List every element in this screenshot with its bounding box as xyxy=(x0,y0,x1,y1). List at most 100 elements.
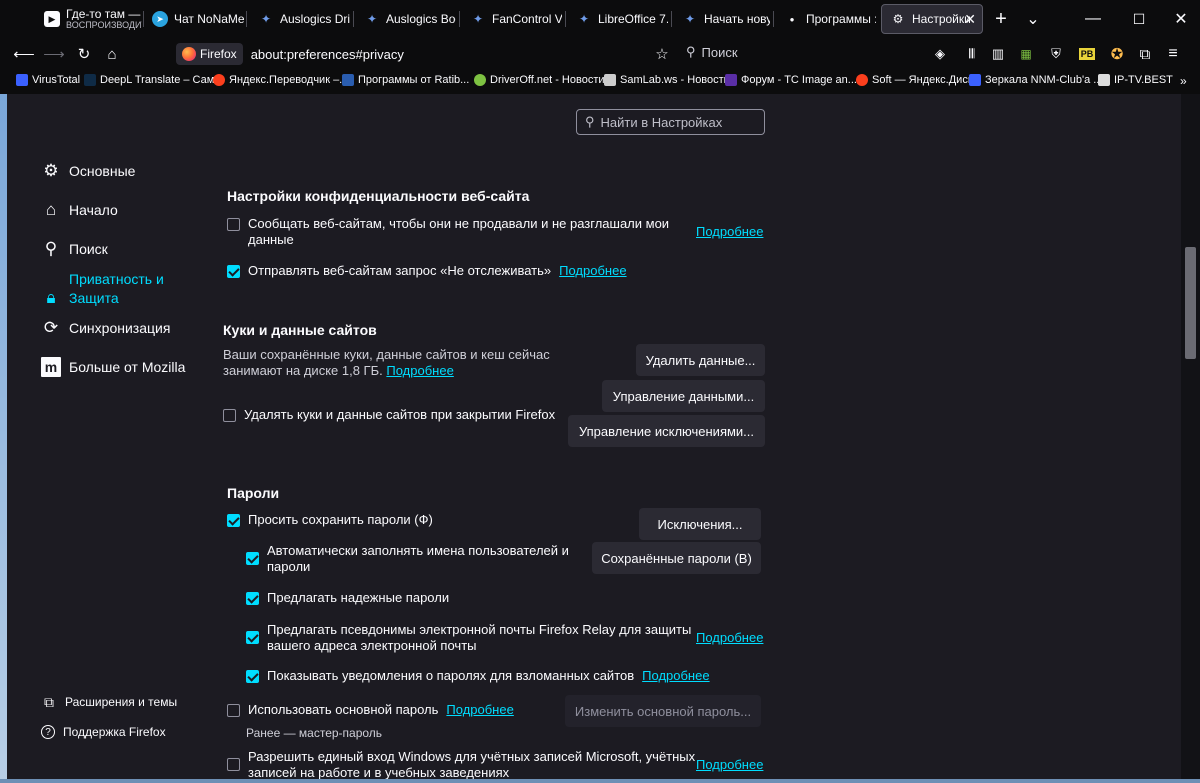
auslogics-icon: ✦ xyxy=(684,12,696,26)
back-button[interactable]: ⟵ xyxy=(11,41,37,67)
search-bar[interactable]: ⚲ Поиск xyxy=(686,44,738,60)
suggest-strong-row[interactable]: Предлагать надежные пароли xyxy=(246,590,449,606)
extension-icon[interactable]: ✪ xyxy=(1104,41,1130,67)
reload-button[interactable]: ↻ xyxy=(71,41,97,67)
close-tab-icon[interactable]: ✕ xyxy=(964,11,976,28)
library-icon[interactable]: 𝄃𝄃 xyxy=(959,41,985,67)
scrollbar-thumb[interactable] xyxy=(1185,247,1196,359)
clear-on-close-row[interactable]: Удалять куки и данные сайтов при закрыти… xyxy=(223,407,555,423)
auslogics-icon: ✦ xyxy=(472,12,484,26)
sidebar-item-general[interactable]: ⚙ Основные xyxy=(41,161,135,181)
dnt-checkbox[interactable] xyxy=(227,265,240,278)
close-window-button[interactable]: ✕ xyxy=(1158,0,1200,38)
no-sell-label: Сообщать веб-сайтам, чтобы они не продав… xyxy=(248,216,669,248)
page-scrollbar[interactable] xyxy=(1181,94,1200,783)
ask-save-row[interactable]: Просить сохранить пароли (Ф) xyxy=(227,512,433,528)
bookmark-star-icon[interactable]: ☆ xyxy=(649,41,675,67)
ask-save-checkbox[interactable] xyxy=(227,514,240,527)
primary-password-checkbox[interactable] xyxy=(227,704,240,717)
maximize-button[interactable]: ☐ xyxy=(1116,0,1162,38)
extension-grid-icon[interactable]: ▦ xyxy=(1013,41,1039,67)
tab-settings[interactable]: ⚙ Настройки ✕ xyxy=(881,4,983,34)
bookmark-item[interactable]: IP-TV.BEST xyxy=(1098,74,1173,86)
bookmark-item[interactable]: SamLab.ws - Новости xyxy=(604,74,730,86)
new-tab-button[interactable]: + xyxy=(986,0,1016,38)
tab-new-topic[interactable]: ✦ Начать новую т xyxy=(674,4,770,34)
windows-sso-row[interactable]: Разрешить единый вход Windows для учётны… xyxy=(227,749,695,781)
dnt-checkbox-row[interactable]: Отправлять веб-сайтам запрос «Не отслежи… xyxy=(227,263,627,279)
sidebar-item-privacy[interactable]: 🔒︎ Приватность и Защита xyxy=(41,270,163,308)
clear-on-close-label: Удалять куки и данные сайтов при закрыти… xyxy=(244,407,556,422)
tab-subtitle: ВОСПРОИЗВОДИТС xyxy=(66,20,142,30)
tab-auslogics-driver[interactable]: ✦ Auslogics Driver xyxy=(250,4,350,34)
sidebar-item-search[interactable]: ⚲ Поиск xyxy=(41,239,108,259)
bookmark-item[interactable]: VirusTotal xyxy=(16,74,80,86)
manage-data-button[interactable]: Управление данными... xyxy=(602,380,765,412)
change-primary-password-button[interactable]: Изменить основной пароль... xyxy=(565,695,761,727)
bookmark-item[interactable]: Зеркала NNM-Club'а ... xyxy=(969,74,1102,86)
manage-exceptions-button[interactable]: Управление исключениями... xyxy=(568,415,765,447)
identity-box[interactable]: Firefox xyxy=(176,43,243,65)
tab-telegram[interactable]: ➤ Чат NoNaMe Cl xyxy=(144,4,244,34)
pb-extension-icon[interactable]: PB xyxy=(1074,41,1100,67)
sidebar-item-more-mozilla[interactable]: m Больше от Mozilla xyxy=(41,357,185,377)
bookmark-favicon-icon xyxy=(342,74,354,86)
sidebar-item-support[interactable]: ? Поддержка Firefox xyxy=(41,725,166,739)
sidebar-item-label-line: Защита xyxy=(69,290,119,306)
shield-extension-icon[interactable]: ⛨ xyxy=(1043,41,1069,67)
autofill-row[interactable]: Автоматически заполнять имена пользовате… xyxy=(246,543,569,575)
tab-title: FanControl V188 xyxy=(492,12,562,26)
bookmarks-overflow-icon[interactable]: » xyxy=(1180,74,1187,88)
find-in-settings-input[interactable]: ⚲ Найти в Настройках xyxy=(576,109,765,135)
saved-passwords-button[interactable]: Сохранённые пароли (В) xyxy=(592,542,761,574)
sidebar-item-addons[interactable]: ⧉ Расширения и темы xyxy=(41,694,177,710)
tab-list-button[interactable]: ⌄ xyxy=(1018,0,1048,38)
primary-password-row[interactable]: Использовать основной пароль Подробнее xyxy=(227,702,514,718)
bookmark-item[interactable]: Soft — Яндекс.Диск xyxy=(856,74,973,86)
menu-icon[interactable]: ≡ xyxy=(1160,41,1186,67)
clear-on-close-checkbox[interactable] xyxy=(223,409,236,422)
no-sell-learn-more-link[interactable]: Подробнее xyxy=(696,224,763,239)
sidebar-item-sync[interactable]: ⟳ Синхронизация xyxy=(41,318,171,338)
relay-checkbox[interactable] xyxy=(246,631,259,644)
password-exceptions-button[interactable]: Исключения... xyxy=(639,508,761,540)
breach-learn-more-link[interactable]: Подробнее xyxy=(642,668,709,684)
tab-media[interactable]: ▶ Где-то там — БВОСПРОИЗВОДИТС xyxy=(36,4,142,34)
windows-sso-checkbox[interactable] xyxy=(227,758,240,771)
dnt-learn-more-link[interactable]: Подробнее xyxy=(559,263,626,279)
search-icon: ⚲ xyxy=(585,114,595,129)
bookmark-item[interactable]: DeepL Translate – Сам... xyxy=(84,74,223,86)
pocket-icon[interactable]: ◈ xyxy=(927,41,953,67)
relay-learn-more-link[interactable]: Подробнее xyxy=(696,630,763,645)
bookmark-item[interactable]: Программы от Ratib... xyxy=(342,74,469,86)
tab-programs[interactable]: ● Программы :: H xyxy=(776,4,876,34)
bookmark-label: Программы от Ratib... xyxy=(358,74,470,86)
minimize-button[interactable]: — xyxy=(1070,0,1116,38)
forward-button[interactable]: ⟶ xyxy=(41,41,67,67)
bookmark-item[interactable]: DriverOff.net - Новости xyxy=(474,74,605,86)
breach-alerts-row[interactable]: Показывать уведомления о паролях для взл… xyxy=(246,668,710,684)
cookies-learn-more-link[interactable]: Подробнее xyxy=(386,363,453,378)
tab-libreoffice[interactable]: ✦ LibreOffice 7.6.6 xyxy=(568,4,668,34)
bookmark-item[interactable]: Яндекс.Переводчик –... xyxy=(213,74,348,86)
url-bar[interactable]: Firefox about:preferences#privacy xyxy=(176,41,676,67)
tab-fancontrol[interactable]: ✦ FanControl V188 xyxy=(462,4,562,34)
no-sell-checkbox[interactable] xyxy=(227,218,240,231)
bookmark-item[interactable]: Форум - TC Image an... xyxy=(725,74,857,86)
tab-auslogics-boost[interactable]: ✦ Auslogics Boost xyxy=(356,4,456,34)
relay-row[interactable]: Предлагать псевдонимы электронной почты … xyxy=(246,622,691,654)
home-button[interactable]: ⌂ xyxy=(99,41,125,67)
no-sell-checkbox-row[interactable]: Сообщать веб-сайтам, чтобы они не продав… xyxy=(227,216,669,248)
windows-sso-learn-more-link[interactable]: Подробнее xyxy=(696,757,763,772)
suggest-strong-checkbox[interactable] xyxy=(246,592,259,605)
autofill-checkbox[interactable] xyxy=(246,552,259,565)
breach-alerts-checkbox[interactable] xyxy=(246,670,259,683)
tab-separator xyxy=(353,11,354,27)
sidebar-item-home[interactable]: ⌂ Начало xyxy=(41,200,118,220)
extensions-puzzle-icon[interactable]: ⧉ xyxy=(1132,41,1158,67)
primary-password-learn-more-link[interactable]: Подробнее xyxy=(446,702,513,718)
sidebar-icon[interactable]: ▥ xyxy=(985,41,1011,67)
url-text[interactable]: about:preferences#privacy xyxy=(251,47,404,62)
delete-data-button[interactable]: Удалить данные... xyxy=(636,344,765,376)
auslogics-icon: ✦ xyxy=(578,12,590,26)
